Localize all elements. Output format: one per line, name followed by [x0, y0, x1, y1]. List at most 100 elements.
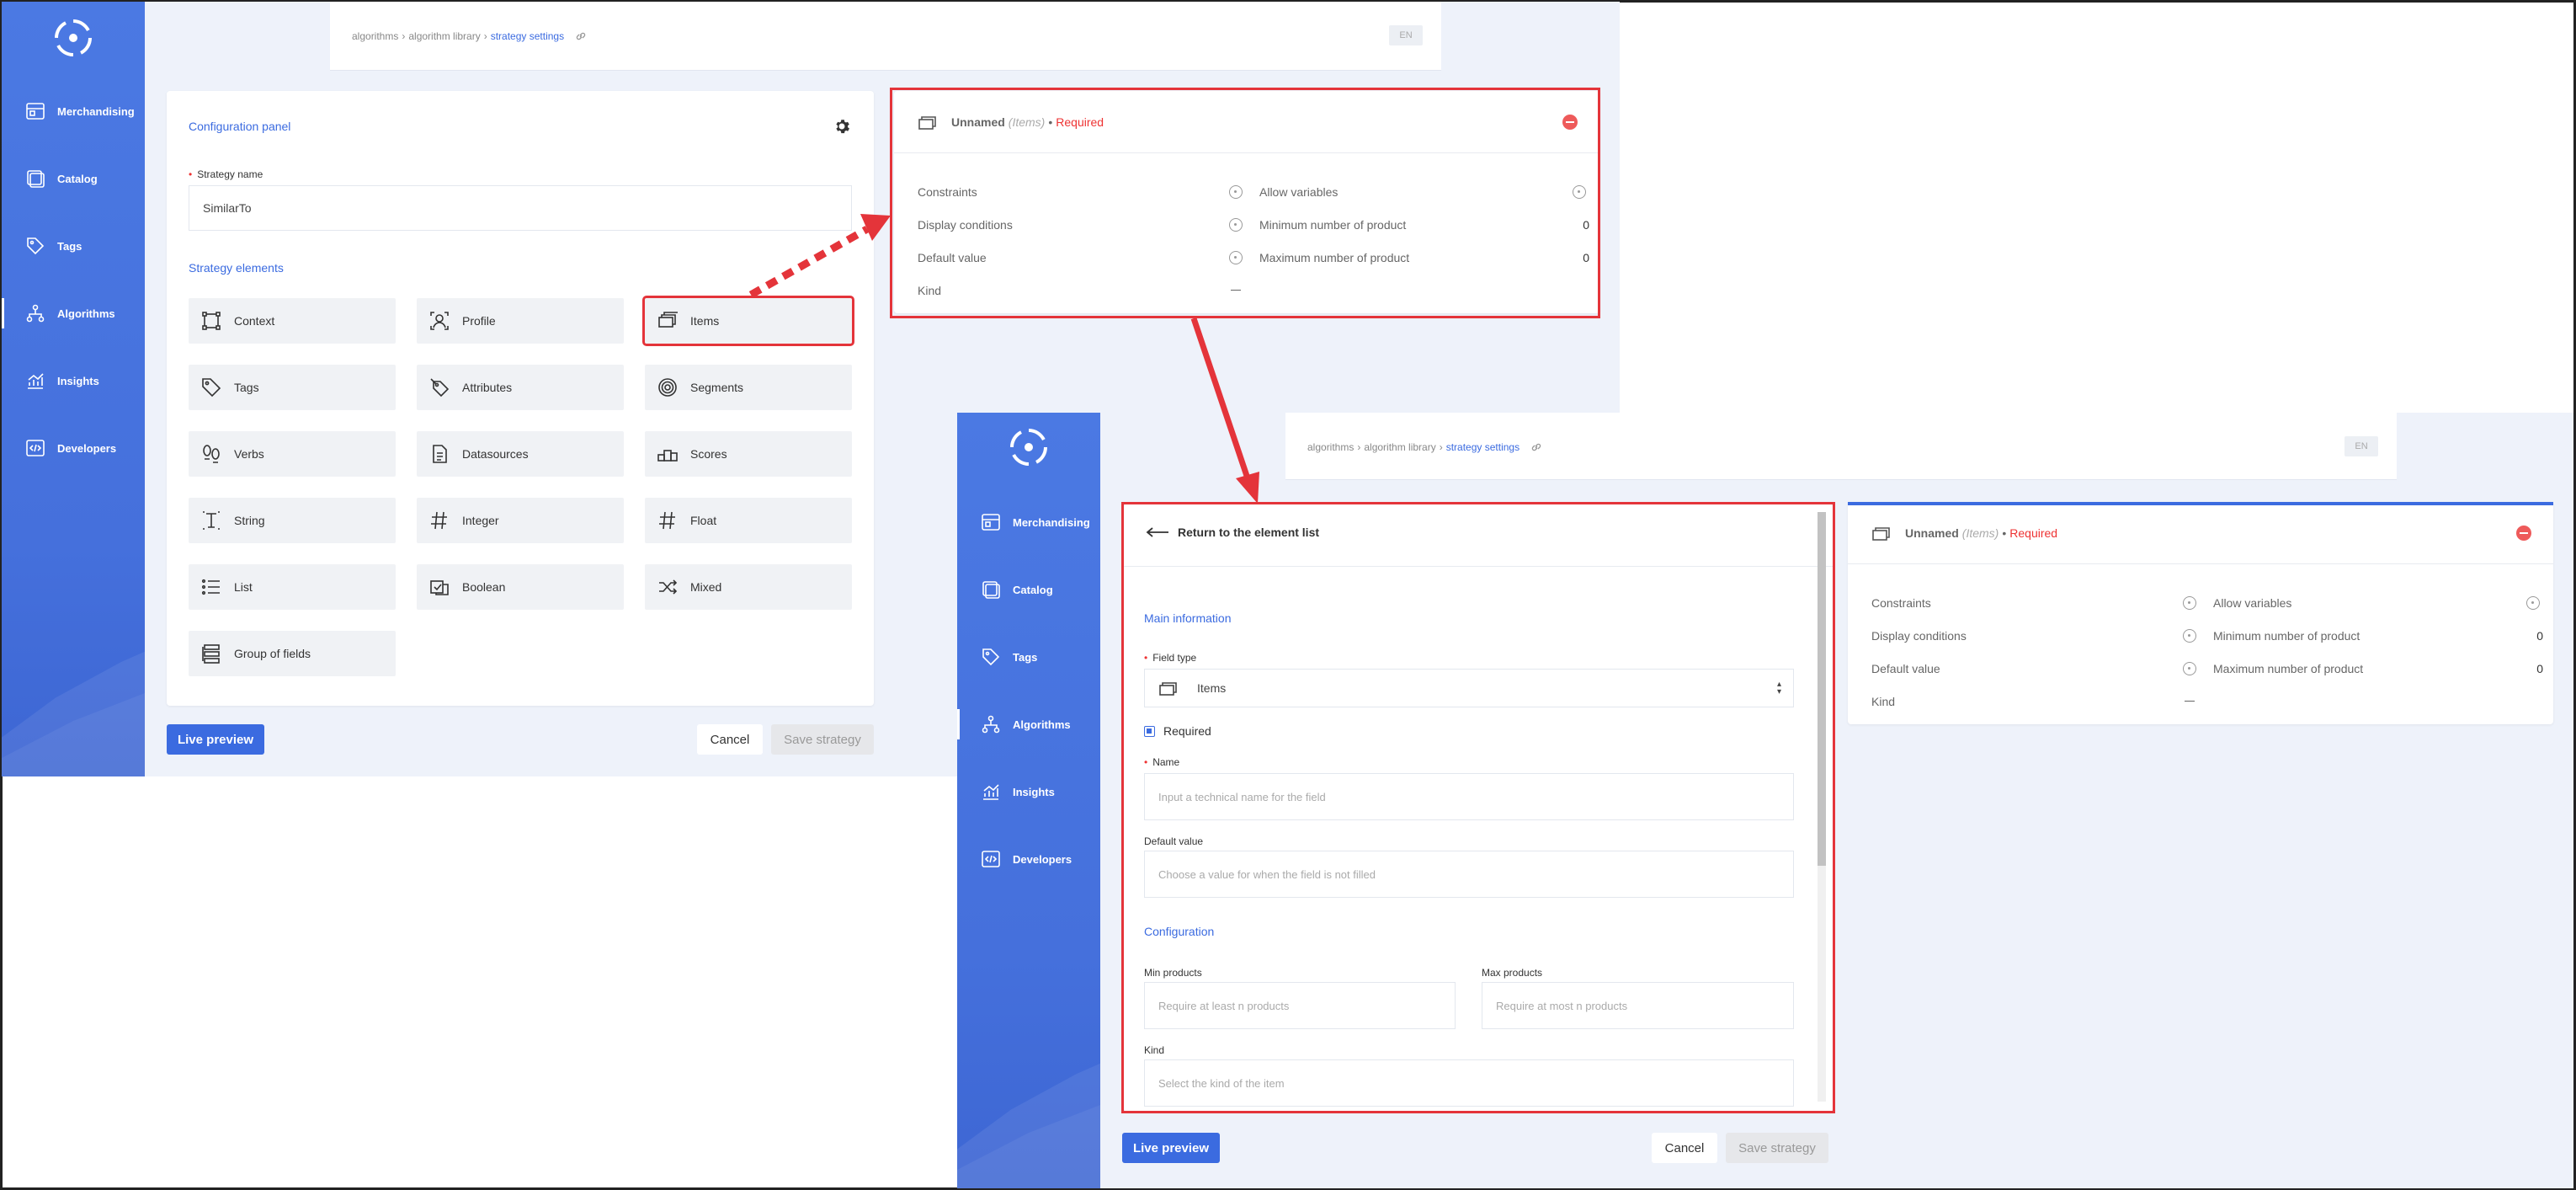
toggle-icon[interactable]	[1229, 217, 1243, 232]
element-mixed[interactable]: Mixed	[645, 564, 852, 610]
default-value-label: Default value	[1144, 835, 1204, 847]
field-summary-card[interactable]: Unnamed (Items) • Required Constraints Allow…	[1848, 502, 2553, 724]
sidebar-item-label: Merchandising	[1013, 515, 1090, 529]
code-icon	[26, 440, 45, 456]
sidebar-item-algorithms[interactable]: Algorithms	[2, 280, 145, 347]
sidebar-item-tags[interactable]: Tags	[957, 623, 1100, 691]
toggle-icon[interactable]	[2183, 628, 2196, 643]
profile-icon	[430, 312, 449, 330]
live-preview-button[interactable]: Live preview	[1122, 1133, 1220, 1163]
top-bar: algorithms › algorithm library › strateg…	[330, 2, 1441, 71]
algorithms-icon	[26, 304, 45, 323]
gear-icon[interactable]	[833, 118, 850, 135]
sidebar-item-insights[interactable]: Insights	[2, 347, 145, 414]
attributes-icon	[430, 378, 450, 398]
element-group-of-fields[interactable]: Group of fields	[189, 631, 396, 676]
required-checkbox[interactable]: Required	[1144, 724, 1211, 738]
link-icon[interactable]	[574, 29, 588, 43]
toggle-icon[interactable]	[1229, 184, 1243, 199]
breadcrumb: algorithms › algorithm library › strateg…	[1307, 440, 1543, 454]
breadcrumb-library[interactable]: algorithm library	[1364, 441, 1435, 453]
sidebar-item-insights[interactable]: Insights	[957, 758, 1100, 825]
element-items[interactable]: Items	[642, 296, 854, 346]
element-scores[interactable]: Scores	[645, 431, 852, 477]
hash-icon	[431, 511, 447, 530]
min-products-input[interactable]: Require at least n products	[1144, 982, 1456, 1029]
element-list[interactable]: List	[189, 564, 396, 610]
toggle-icon[interactable]	[2526, 595, 2540, 610]
breadcrumb-algorithms[interactable]: algorithms	[352, 30, 398, 42]
items-icon	[658, 312, 678, 328]
sidebar-item-label: Catalog	[57, 172, 98, 185]
element-context[interactable]: Context	[189, 298, 396, 344]
sidebar-item-algorithms[interactable]: Algorithms	[957, 691, 1100, 758]
remove-icon[interactable]	[2516, 526, 2531, 541]
return-to-list-button[interactable]: Return to the element list	[1146, 526, 1319, 539]
field-properties: Constraints Allow variables Display condi…	[918, 184, 1589, 297]
merchandising-icon	[26, 103, 45, 120]
element-string[interactable]: String	[189, 498, 396, 543]
toggle-icon[interactable]	[2183, 661, 2196, 675]
toggle-icon[interactable]	[1229, 250, 1243, 264]
toggle-icon[interactable]	[1573, 184, 1586, 199]
element-verbs[interactable]: Verbs	[189, 431, 396, 477]
sidebar-item-catalog[interactable]: Catalog	[957, 556, 1100, 623]
element-float[interactable]: Float	[645, 498, 852, 543]
field-type-select[interactable]: Items ▴ ▾	[1144, 669, 1794, 707]
element-profile[interactable]: Profile	[417, 298, 624, 344]
element-attributes[interactable]: Attributes	[417, 365, 624, 410]
panel-title: Configuration panel	[189, 120, 291, 133]
items-icon	[1159, 682, 1177, 696]
cancel-button[interactable]: Cancel	[1652, 1133, 1717, 1163]
breadcrumb-library[interactable]: algorithm library	[408, 30, 480, 42]
breadcrumb: algorithms › algorithm library › strateg…	[352, 29, 588, 43]
scrollbar[interactable]	[1818, 512, 1826, 1102]
kind-select[interactable]: Select the kind of the item	[1144, 1059, 1794, 1107]
element-datasources[interactable]: Datasources	[417, 431, 624, 477]
merchandising-icon	[982, 514, 1000, 531]
field-summary-card[interactable]: Unnamed (Items) • Required Constraints Allow…	[894, 91, 1599, 313]
language-selector[interactable]: EN	[2344, 436, 2378, 456]
max-products-input[interactable]: Require at most n products	[1482, 982, 1794, 1029]
element-tags[interactable]: Tags	[189, 365, 396, 410]
catalog-icon	[982, 581, 1000, 599]
arrow-left-icon	[1146, 527, 1168, 537]
save-strategy-button[interactable]: Save strategy	[771, 724, 874, 755]
toggle-icon[interactable]	[2183, 595, 2196, 610]
breadcrumb-current: strategy settings	[490, 30, 565, 42]
name-input[interactable]: Input a technical name for the field	[1144, 773, 1794, 820]
sidebar-item-label: Algorithms	[57, 307, 115, 320]
link-icon[interactable]	[1530, 440, 1543, 454]
live-preview-button[interactable]: Live preview	[167, 724, 264, 755]
strategy-name-input[interactable]: SimilarTo	[189, 185, 852, 231]
app-logo-icon[interactable]	[1009, 428, 1048, 467]
language-selector[interactable]: EN	[1389, 25, 1423, 45]
sidebar-item-label: Tags	[57, 239, 82, 253]
element-integer[interactable]: Integer	[417, 498, 624, 543]
text-cursor-icon	[203, 511, 220, 530]
field-properties: Constraints Allow variables Display condi…	[1871, 595, 2543, 708]
sidebar-item-catalog[interactable]: Catalog	[2, 145, 145, 212]
remove-icon[interactable]	[1562, 115, 1578, 130]
items-icon	[1872, 526, 1890, 541]
sidebar-item-developers[interactable]: Developers	[957, 825, 1100, 893]
app-logo-icon[interactable]	[54, 19, 93, 57]
name-label: • Name	[1144, 756, 1180, 768]
kind-label: Kind	[1144, 1044, 1165, 1056]
sidebar-item-merchandising[interactable]: Merchandising	[2, 77, 145, 145]
tag-icon	[982, 648, 1000, 666]
sidebar-item-merchandising[interactable]: Merchandising	[957, 488, 1100, 556]
sidebar-item-developers[interactable]: Developers	[2, 414, 145, 482]
field-summary-header: Unnamed (Items) • Required	[1848, 502, 2553, 564]
element-segments[interactable]: Segments	[645, 365, 852, 410]
catalog-icon	[27, 170, 45, 188]
breadcrumb-algorithms[interactable]: algorithms	[1307, 441, 1354, 453]
sidebar-item-label: Developers	[57, 441, 117, 455]
strategy-elements-title: Strategy elements	[189, 261, 284, 275]
element-boolean[interactable]: Boolean	[417, 564, 624, 610]
sidebar-item-tags[interactable]: Tags	[2, 212, 145, 280]
sidebar-item-label: Merchandising	[57, 104, 135, 118]
cancel-button[interactable]: Cancel	[697, 724, 763, 755]
default-value-input[interactable]: Choose a value for when the field is not…	[1144, 851, 1794, 898]
save-strategy-button[interactable]: Save strategy	[1726, 1133, 1828, 1163]
